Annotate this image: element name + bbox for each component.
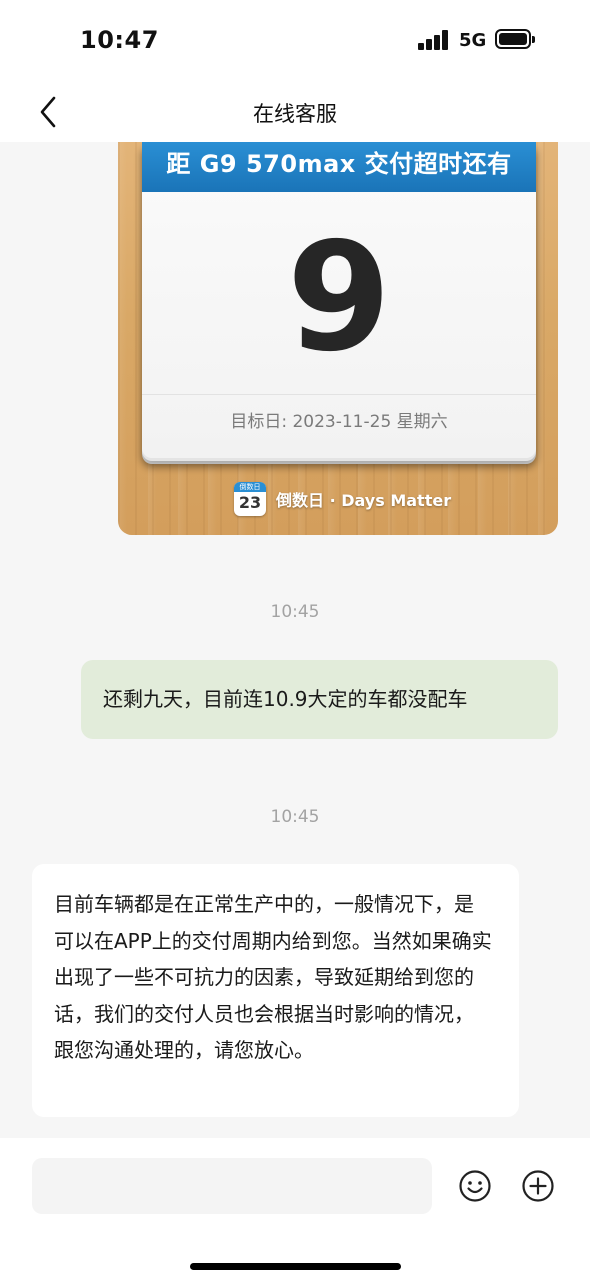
add-button[interactable] [521,1169,555,1203]
input-bar [0,1138,590,1280]
network-label: 5G [459,30,487,51]
calendar-page-stack: 距 G9 570max 交付超时还有 9 目标日: 2023-11-25 星期六 [142,142,536,464]
agent-message-bubble[interactable]: 目前车辆都是在正常生产中的，一般情况下，是可以在APP上的交付周期内给到您。当然… [32,864,519,1117]
message-timestamp: 10:45 [270,602,320,622]
countdown-image[interactable]: 距 G9 570max 交付超时还有 9 目标日: 2023-11-25 星期六… [118,142,558,535]
calendar-app-icon-number: 23 [238,493,262,512]
app-brand: 倒数日 23 倒数日 · Days Matter [234,481,451,517]
signal-icon [418,30,450,50]
page-title: 在线客服 [253,102,337,126]
message-timestamp: 10:45 [270,807,320,827]
smiley-icon [459,1170,491,1202]
nav-bar: 在线客服 [0,80,590,142]
battery-icon [495,29,535,49]
plus-circle-icon [522,1170,554,1202]
calendar-page: 距 G9 570max 交付超时还有 9 目标日: 2023-11-25 星期六 [142,142,536,458]
status-bar: 10:47 5G [0,0,590,80]
countdown-header: 距 G9 570max 交付超时还有 [142,142,536,192]
status-time: 10:47 [80,26,159,54]
brand-name: 倒数日 · Days Matter [276,491,452,510]
message-input[interactable] [32,1158,432,1214]
user-message-bubble[interactable]: 还剩九天，目前连10.9大定的车都没配车 [81,660,558,739]
emoji-button[interactable] [458,1169,492,1203]
calendar-app-icon-label: 倒数日 [234,482,266,492]
calendar-app-icon: 倒数日 23 [234,482,266,516]
home-indicator[interactable] [190,1263,401,1270]
countdown-days: 9 [286,211,392,385]
countdown-target-date: 目标日: 2023-11-25 星期六 [230,412,448,432]
